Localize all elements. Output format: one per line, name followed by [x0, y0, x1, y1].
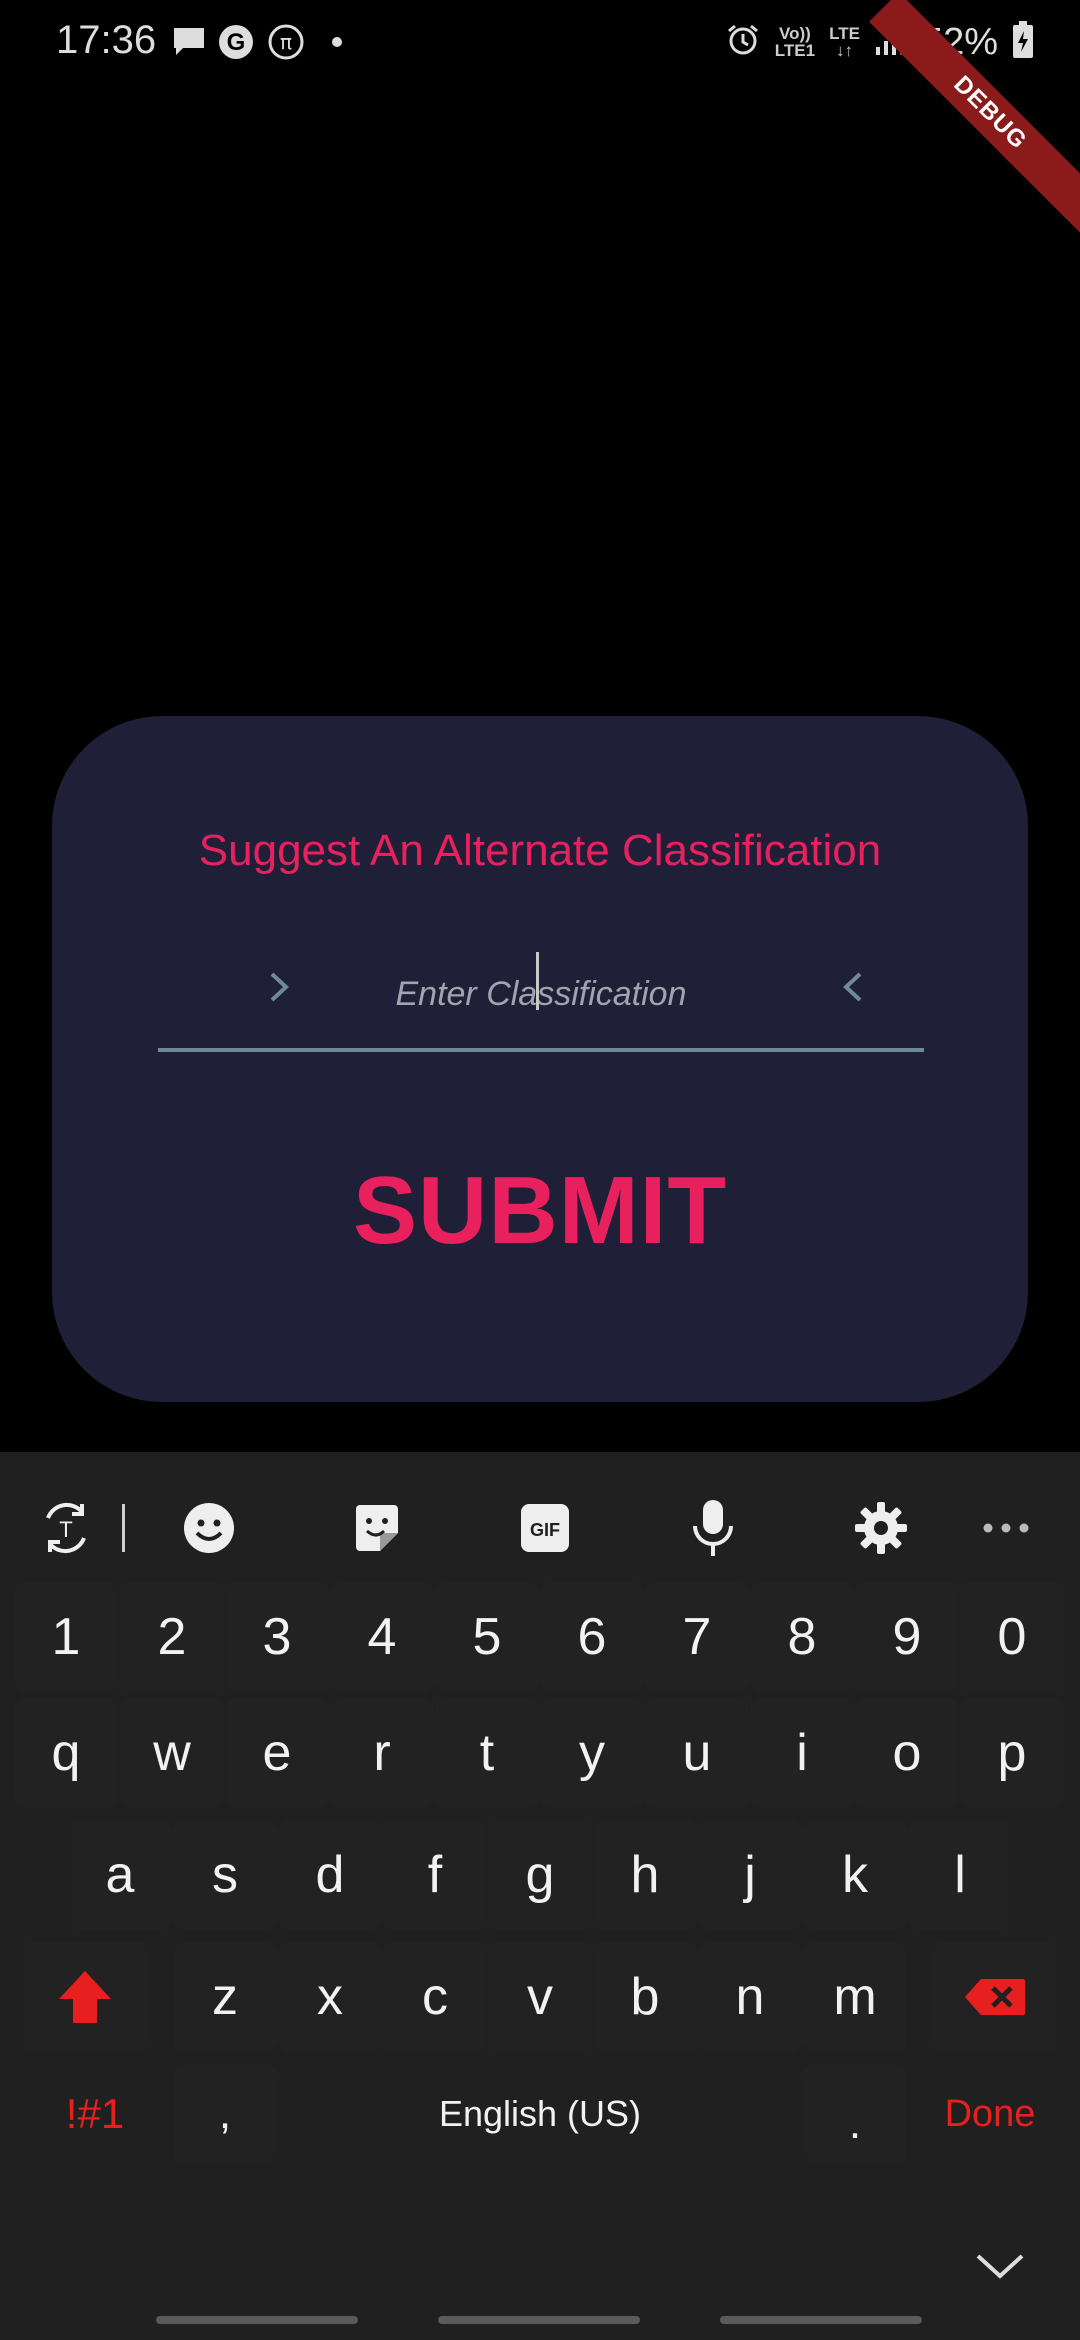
- navigation-bar: [0, 2300, 1080, 2340]
- svg-text:π: π: [280, 30, 292, 54]
- key-2[interactable]: 2: [120, 1582, 224, 1692]
- key-o[interactable]: o: [855, 1698, 959, 1808]
- symbols-key[interactable]: !#1: [30, 2064, 160, 2164]
- google-icon: G: [216, 20, 256, 64]
- toolbar-separator: [122, 1504, 125, 1552]
- key-i[interactable]: i: [750, 1698, 854, 1808]
- status-time: 17:36: [56, 18, 157, 62]
- key-z[interactable]: z: [173, 1942, 277, 2052]
- space-key[interactable]: English (US): [308, 2064, 772, 2164]
- lte-icon: LTE ↓↑: [829, 24, 860, 60]
- key-g[interactable]: g: [488, 1820, 592, 1930]
- key-j[interactable]: j: [698, 1820, 802, 1930]
- translate-icon[interactable]: T: [32, 1494, 100, 1562]
- key-s[interactable]: s: [173, 1820, 277, 1930]
- svg-text:GIF: GIF: [530, 1520, 560, 1540]
- key-3[interactable]: 3: [225, 1582, 329, 1692]
- dot-icon: [330, 20, 344, 64]
- alarm-icon: [725, 22, 761, 63]
- nav-home[interactable]: [438, 2316, 640, 2324]
- classification-input[interactable]: [278, 966, 804, 1022]
- svg-text:G: G: [227, 29, 246, 56]
- pi-icon: π: [266, 20, 306, 64]
- key-d[interactable]: d: [278, 1820, 382, 1930]
- key-9[interactable]: 9: [855, 1582, 959, 1692]
- key-m[interactable]: m: [803, 1942, 907, 2052]
- message-icon: [170, 20, 208, 64]
- mic-icon[interactable]: [679, 1494, 747, 1562]
- key-7[interactable]: 7: [645, 1582, 749, 1692]
- text-cursor: [536, 952, 539, 1010]
- key-y[interactable]: y: [540, 1698, 644, 1808]
- hide-keyboard-chevron-icon[interactable]: [970, 2246, 1030, 2286]
- battery-charging-icon: [1012, 20, 1034, 64]
- settings-icon[interactable]: [847, 1494, 915, 1562]
- key-4[interactable]: 4: [330, 1582, 434, 1692]
- more-icon[interactable]: [972, 1494, 1040, 1562]
- nav-recents[interactable]: [156, 2316, 358, 2324]
- key-a[interactable]: a: [68, 1820, 172, 1930]
- key-p[interactable]: p: [960, 1698, 1064, 1808]
- volte-icon: Vo)) LTE1: [774, 24, 816, 60]
- key-q[interactable]: q: [14, 1698, 118, 1808]
- key-c[interactable]: c: [383, 1942, 487, 2052]
- gif-icon[interactable]: GIF: [511, 1494, 579, 1562]
- key-5[interactable]: 5: [435, 1582, 539, 1692]
- classification-input-container[interactable]: [158, 944, 924, 1052]
- nav-back[interactable]: [720, 2316, 922, 2324]
- sticker-icon[interactable]: [343, 1494, 411, 1562]
- key-f[interactable]: f: [383, 1820, 487, 1930]
- key-b[interactable]: b: [593, 1942, 697, 2052]
- shift-icon: [59, 1971, 111, 2023]
- key-l[interactable]: l: [908, 1820, 1012, 1930]
- key-8[interactable]: 8: [750, 1582, 854, 1692]
- key-n[interactable]: n: [698, 1942, 802, 2052]
- shift-key[interactable]: [20, 1942, 150, 2052]
- period-key[interactable]: .: [803, 2064, 907, 2164]
- key-u[interactable]: u: [645, 1698, 749, 1808]
- submit-button[interactable]: SUBMIT: [52, 1156, 1028, 1266]
- dialog-title: Suggest An Alternate Classification: [198, 826, 882, 875]
- backspace-key[interactable]: [930, 1942, 1060, 2052]
- key-k[interactable]: k: [803, 1820, 907, 1930]
- key-6[interactable]: 6: [540, 1582, 644, 1692]
- suggest-classification-card: Suggest An Alternate Classification SUBM…: [52, 716, 1028, 1402]
- key-1[interactable]: 1: [14, 1582, 118, 1692]
- keyboard-toolbar: T GIF: [0, 1452, 1080, 1602]
- key-0[interactable]: 0: [960, 1582, 1064, 1692]
- key-r[interactable]: r: [330, 1698, 434, 1808]
- key-h[interactable]: h: [593, 1820, 697, 1930]
- svg-text:T: T: [59, 1517, 72, 1542]
- key-v[interactable]: v: [488, 1942, 592, 2052]
- key-w[interactable]: w: [120, 1698, 224, 1808]
- backspace-icon: [965, 1979, 1025, 2015]
- comma-key[interactable]: ,: [173, 2064, 277, 2164]
- key-x[interactable]: x: [278, 1942, 382, 2052]
- chevron-left-icon: [843, 972, 862, 1002]
- emoji-icon[interactable]: [175, 1494, 243, 1562]
- key-t[interactable]: t: [435, 1698, 539, 1808]
- key-e[interactable]: e: [225, 1698, 329, 1808]
- done-key[interactable]: Done: [920, 2064, 1060, 2164]
- soft-keyboard: T GIF 1 2 3 4 5 6 7 8 9 0 q w e r t y u …: [0, 1452, 1080, 2340]
